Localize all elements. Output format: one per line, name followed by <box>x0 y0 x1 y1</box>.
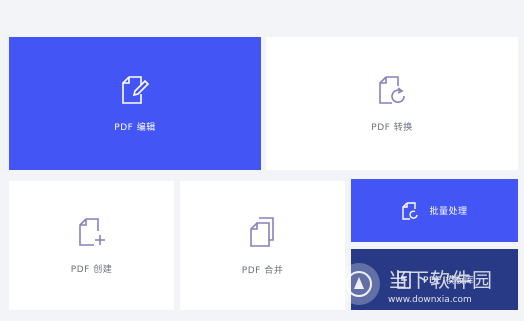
merge-documents-icon <box>247 215 279 249</box>
convert-document-icon <box>376 74 408 106</box>
pdf-edit-label: PDF 编辑 <box>114 123 156 133</box>
pdf-merge-label: PDF 合并 <box>241 266 284 276</box>
batch-process-label: 批量处理 <box>429 207 468 217</box>
batch-process-icon <box>401 201 419 221</box>
pdf-create-label: PDF 创建 <box>70 265 113 275</box>
pdf-convert-label: PDF 转换 <box>371 123 413 133</box>
edit-document-icon <box>120 74 150 106</box>
pdf-template-tile[interactable]: PDF 模板库 <box>351 249 518 310</box>
template-icon <box>395 270 413 290</box>
pdf-edit-tile[interactable]: PDF 编辑 <box>9 37 261 170</box>
batch-process-tile[interactable]: 批量处理 <box>351 179 518 242</box>
pdf-convert-tile[interactable]: PDF 转换 <box>266 37 518 170</box>
add-document-icon <box>76 216 108 248</box>
pdf-template-label: PDF 模板库 <box>423 276 474 286</box>
pdf-merge-tile[interactable]: PDF 合并 <box>180 181 345 310</box>
pdf-create-tile[interactable]: PDF 创建 <box>9 181 174 310</box>
